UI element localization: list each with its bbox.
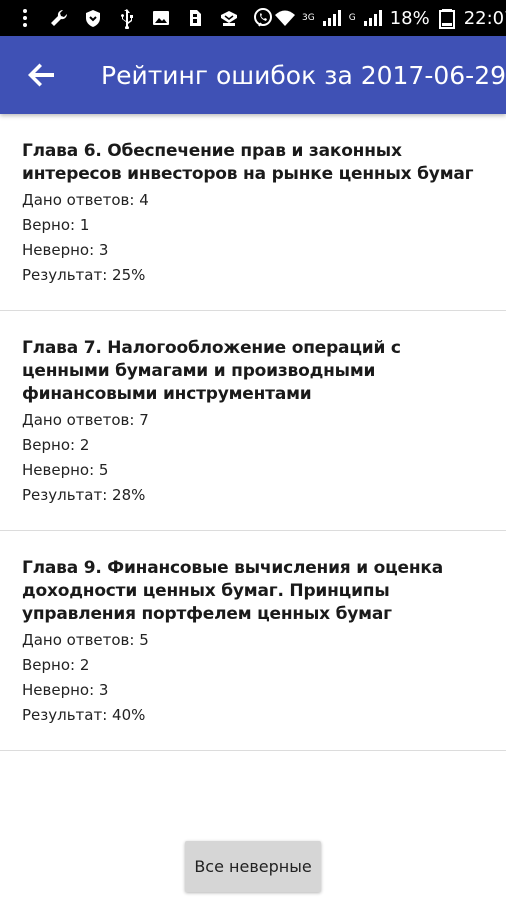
chapter-title: Глава 9. Финансовые вычисления и оценка … (22, 558, 444, 624)
back-button[interactable] (24, 57, 59, 93)
result-card-chapter-7[interactable]: Глава 7. Налогообложение операций с ценн… (0, 311, 506, 531)
status-bar: 3G G 18% 22:07 (0, 0, 506, 36)
all-wrong-button[interactable]: Все неверные (185, 841, 321, 892)
battery-percent: 18% (389, 7, 430, 29)
result-percent: Результат: 28% (22, 486, 146, 504)
network-type-2: G (348, 13, 356, 23)
viber-icon (252, 7, 274, 29)
shield-icon (82, 7, 104, 29)
answers-given: Дано ответов: 5 (22, 631, 149, 649)
arrow-back-icon (27, 63, 54, 87)
answers-given: Дано ответов: 7 (22, 411, 149, 429)
clock: 22:07 (463, 7, 506, 29)
usb-icon (116, 7, 138, 29)
wrench-icon (48, 7, 70, 29)
file-icon (184, 7, 206, 29)
network-type-1: 3G (302, 13, 315, 23)
screen: 3G G 18% 22:07 Рейтинг ошибок за 2017-06… (0, 0, 506, 900)
answers-correct: Верно: 1 (22, 216, 90, 234)
answers-wrong: Неверно: 3 (22, 681, 109, 699)
page-title: Рейтинг ошибок за 2017-06-29 (101, 60, 506, 90)
signal-icon (321, 7, 343, 29)
signal-2-icon (362, 7, 384, 29)
battery-icon (436, 7, 458, 29)
answers-correct: Верно: 2 (22, 436, 90, 454)
result-card-chapter-6[interactable]: Глава 6. Обеспечение прав и законных инт… (0, 114, 506, 311)
results-list: Глава 6. Обеспечение прав и законных инт… (0, 114, 506, 751)
result-percent: Результат: 25% (22, 266, 146, 284)
result-percent: Результат: 40% (22, 706, 146, 724)
app-toolbar: Рейтинг ошибок за 2017-06-29 (0, 36, 506, 114)
wifi-icon (274, 7, 296, 29)
chapter-title: Глава 6. Обеспечение прав и законных инт… (22, 141, 474, 184)
status-system: 3G G 18% 22:07 (274, 7, 506, 29)
status-notifications (14, 7, 274, 29)
answers-given: Дано ответов: 4 (22, 191, 149, 209)
answers-wrong: Неверно: 5 (22, 461, 109, 479)
mail-icon (218, 7, 240, 29)
image-icon (150, 7, 172, 29)
answers-correct: Верно: 2 (22, 656, 90, 674)
chapter-title: Глава 7. Налогообложение операций с ценн… (22, 338, 401, 404)
answers-wrong: Неверно: 3 (22, 241, 109, 259)
menu-dots-icon (14, 7, 36, 29)
result-card-chapter-9[interactable]: Глава 9. Финансовые вычисления и оценка … (0, 531, 506, 751)
